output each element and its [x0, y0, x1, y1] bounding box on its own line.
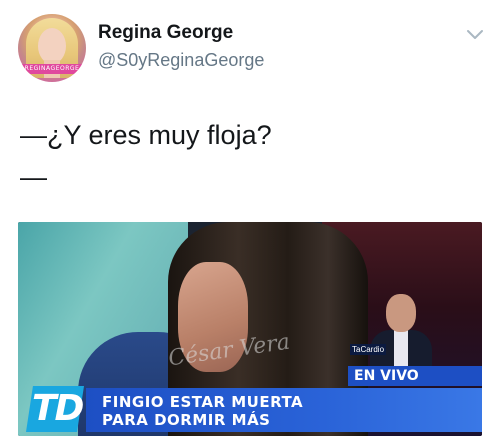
tweet-text-line-1: —¿Y eres muy floja? [20, 120, 272, 150]
small-tag: TaCardio [350, 344, 387, 355]
channel-logo-text: TD [32, 388, 84, 429]
display-name[interactable]: Regina George [98, 22, 233, 44]
tweet-media-image[interactable]: César Vera TaCardio EN VIVO TD FINGIO ES… [18, 222, 482, 436]
live-label: EN VIVO [354, 368, 419, 384]
anchor-head [386, 294, 416, 332]
headline: FINGIO ESTAR MUERTA PARA DORMIR MÁS [102, 393, 303, 429]
tweet-text-line-2: — [20, 162, 47, 192]
avatar-badge: REGINAGEORGE [22, 64, 82, 74]
headline-line-1: FINGIO ESTAR MUERTA [102, 393, 304, 411]
headline-line-2: PARA DORMIR MÁS [102, 411, 271, 429]
anchor-shirt [394, 330, 408, 370]
avatar-face [38, 28, 66, 64]
user-handle[interactable]: @S0yReginaGeorge [98, 50, 264, 71]
chevron-down-icon[interactable] [466, 28, 484, 42]
avatar[interactable]: REGINAGEORGE [18, 14, 86, 82]
